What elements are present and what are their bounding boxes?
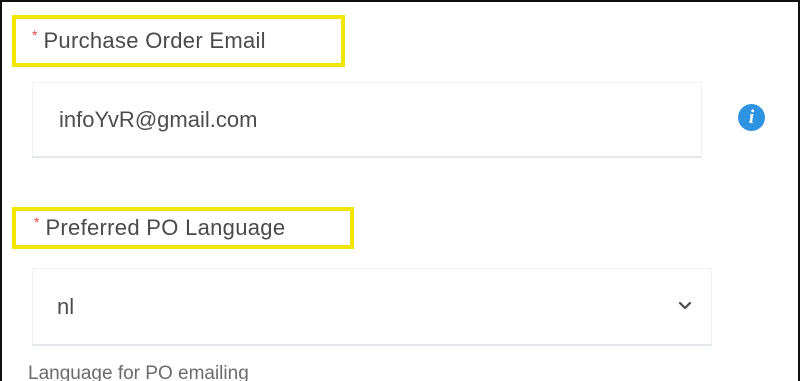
purchase-order-email-label-text: Purchase Order Email bbox=[43, 28, 266, 53]
language-help-text: Language for PO emailing bbox=[28, 363, 249, 381]
required-marker: * bbox=[32, 27, 38, 43]
form-panel: * Purchase Order Email infoYvR@gmail.com… bbox=[0, 0, 800, 381]
required-marker: * bbox=[34, 214, 40, 230]
purchase-order-email-label: * Purchase Order Email bbox=[12, 15, 345, 67]
preferred-po-language-value: nl bbox=[57, 293, 75, 319]
preferred-po-language-label: * Preferred PO Language bbox=[12, 207, 354, 249]
purchase-order-email-value[interactable]: infoYvR@gmail.com bbox=[59, 107, 257, 133]
chevron-down-icon[interactable] bbox=[677, 297, 693, 313]
preferred-po-language-select[interactable]: nl bbox=[32, 268, 712, 346]
purchase-order-email-field[interactable]: infoYvR@gmail.com bbox=[32, 82, 702, 158]
preferred-po-language-label-text: Preferred PO Language bbox=[45, 215, 286, 240]
info-icon[interactable]: i bbox=[738, 104, 765, 131]
